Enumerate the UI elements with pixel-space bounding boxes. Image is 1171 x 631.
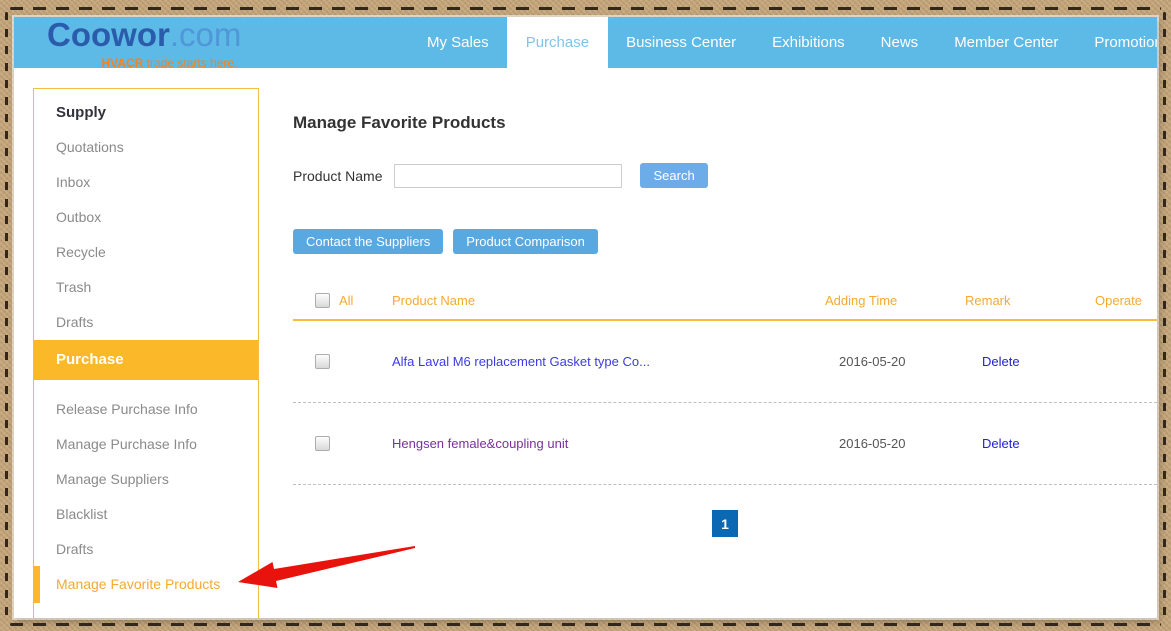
table-header-row: All Product Name Adding Time Remark Oper…	[293, 282, 1157, 321]
sidebar-supply-list: Quotations Inbox Outbox Recycle Trash Dr…	[34, 130, 258, 340]
delete-link[interactable]: Delete	[982, 354, 1020, 369]
favorites-table: All Product Name Adding Time Remark Oper…	[293, 282, 1157, 485]
sidebar-item-manage-purchase-info[interactable]: Manage Purchase Info	[34, 427, 258, 462]
logo-tagline: HVACR trade starts here.	[47, 57, 241, 69]
header-remark: Remark	[965, 293, 1095, 308]
sidebar-section-purchase[interactable]: Purchase	[34, 340, 258, 380]
row-checkbox[interactable]	[315, 354, 330, 369]
table-row: Alfa Laval M6 replacement Gasket type Co…	[293, 321, 1157, 403]
main-nav: My Sales Purchase Business Center Exhibi…	[409, 17, 1157, 68]
product-name-input[interactable]	[394, 164, 622, 188]
sidebar-item-outbox[interactable]: Outbox	[34, 200, 258, 235]
frame-stitch-right	[1163, 12, 1166, 619]
product-link[interactable]: Hengsen female&coupling unit	[392, 436, 568, 451]
header-bar: Coowor.com HVACR trade starts here. My S…	[14, 17, 1157, 68]
row-checkbox-cell	[293, 436, 392, 451]
sidebar-item-manage-favorite-products[interactable]: Manage Favorite Products	[34, 567, 258, 602]
delete-link[interactable]: Delete	[982, 436, 1020, 451]
contact-suppliers-button[interactable]: Contact the Suppliers	[293, 229, 443, 254]
sidebar-item-recycle[interactable]: Recycle	[34, 235, 258, 270]
frame-stitch-bottom	[10, 623, 1161, 626]
main-content: Manage Favorite Products Product Name Se…	[293, 68, 1157, 618]
frame-stitch-top	[10, 7, 1161, 10]
nav-business-center[interactable]: Business Center	[608, 17, 754, 68]
select-all-label: All	[339, 293, 353, 308]
header-select-all-cell: All	[293, 293, 392, 308]
sidebar-item-inbox[interactable]: Inbox	[34, 165, 258, 200]
header-product-name: Product Name	[392, 293, 825, 308]
tagline-rest: trade starts here.	[143, 56, 237, 70]
sidebar-purchase-list: Release Purchase Info Manage Purchase In…	[34, 380, 258, 602]
search-row: Product Name Search	[293, 163, 708, 188]
nav-exhibitions[interactable]: Exhibitions	[754, 17, 863, 68]
search-button[interactable]: Search	[640, 163, 707, 188]
action-buttons: Contact the Suppliers Product Comparison	[293, 229, 598, 254]
header-operate: Operate	[1095, 293, 1157, 308]
pagination: 1	[293, 510, 1157, 537]
coowor-logo[interactable]: Coowor.com HVACR trade starts here.	[47, 20, 241, 69]
sidebar-item-trash[interactable]: Trash	[34, 270, 258, 305]
adding-time-value: 2016-05-20	[825, 354, 965, 369]
nav-my-sales[interactable]: My Sales	[409, 17, 507, 68]
sidebar-section-supply: Supply	[34, 89, 258, 130]
product-comparison-button[interactable]: Product Comparison	[453, 229, 598, 254]
header-adding-time: Adding Time	[825, 293, 965, 308]
sidebar-item-manage-suppliers[interactable]: Manage Suppliers	[34, 462, 258, 497]
nav-purchase[interactable]: Purchase	[507, 17, 608, 68]
row-checkbox-cell	[293, 354, 392, 369]
sidebar-item-drafts-purchase[interactable]: Drafts	[34, 532, 258, 567]
adding-time-value: 2016-05-20	[825, 436, 965, 451]
product-name-label: Product Name	[293, 168, 382, 184]
sidebar-item-drafts-supply[interactable]: Drafts	[34, 305, 258, 340]
nav-news[interactable]: News	[863, 17, 937, 68]
select-all-checkbox[interactable]	[315, 293, 330, 308]
frame-stitch-left	[5, 12, 8, 619]
product-link[interactable]: Alfa Laval M6 replacement Gasket type Co…	[392, 354, 650, 369]
table-row: Hengsen female&coupling unit 2016-05-20 …	[293, 403, 1157, 485]
logo-text: Coowor	[47, 17, 170, 53]
nav-member-center[interactable]: Member Center	[936, 17, 1076, 68]
sidebar-item-quotations[interactable]: Quotations	[34, 130, 258, 165]
pagination-page-1[interactable]: 1	[712, 510, 738, 537]
sidebar-item-release-purchase-info[interactable]: Release Purchase Info	[34, 392, 258, 427]
sidebar-item-blacklist[interactable]: Blacklist	[34, 497, 258, 532]
page-title: Manage Favorite Products	[293, 113, 506, 133]
row-checkbox[interactable]	[315, 436, 330, 451]
logo-tld-text: .com	[170, 17, 242, 53]
nav-promotions[interactable]: Promotions	[1076, 17, 1157, 68]
tagline-bold: HVACR	[102, 56, 144, 70]
browser-page: Coowor.com HVACR trade starts here. My S…	[14, 17, 1157, 618]
sidebar: Supply Quotations Inbox Outbox Recycle T…	[33, 88, 259, 618]
